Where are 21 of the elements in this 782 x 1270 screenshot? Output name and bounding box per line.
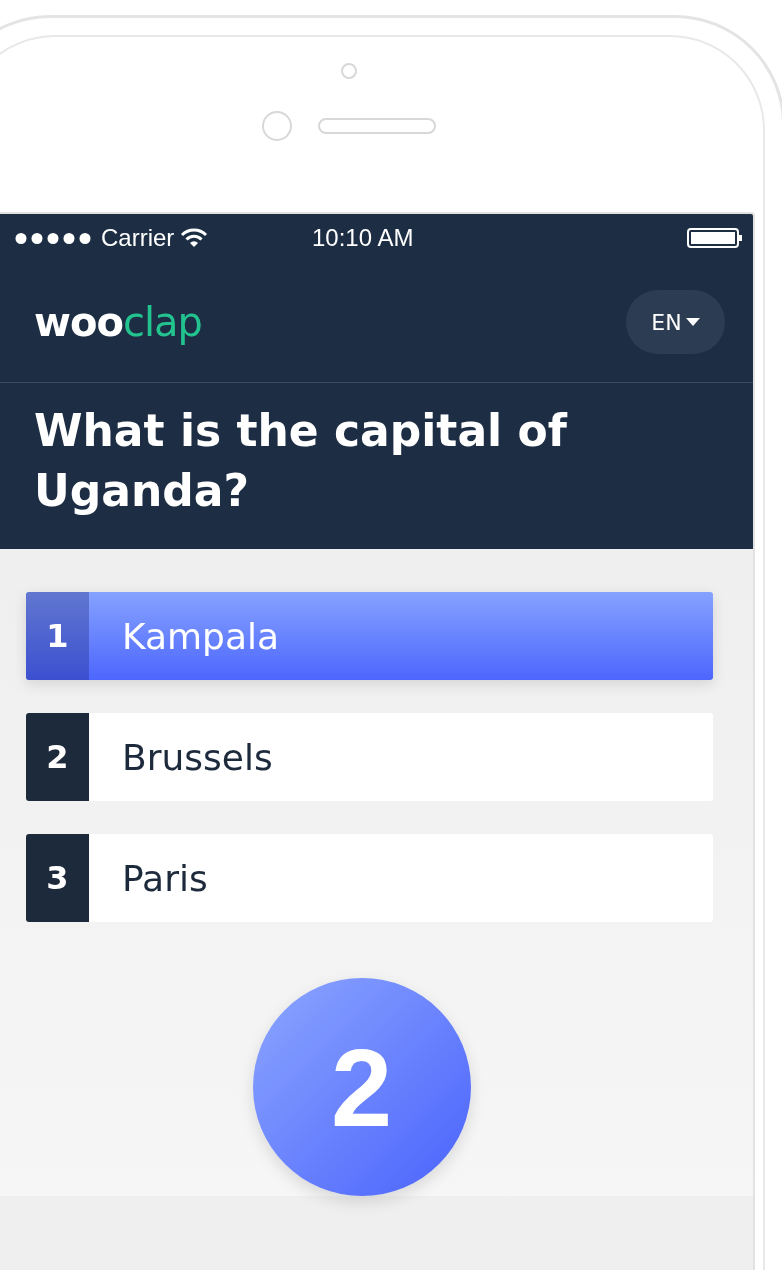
option-number: 2 (26, 713, 89, 801)
answer-option[interactable]: 2 Brussels (26, 713, 713, 801)
sensor-icon (261, 111, 292, 141)
language-selector[interactable]: EN (626, 290, 725, 354)
response-counter: 2 (252, 978, 471, 1196)
answer-option[interactable]: 1 Kampala (26, 592, 713, 680)
camera-icon (340, 63, 357, 79)
option-label: Kampala (121, 614, 280, 659)
app-logo: wooclap (34, 299, 202, 345)
option-number: 3 (26, 834, 89, 922)
battery-icon (687, 228, 743, 248)
option-label: Brussels (121, 735, 273, 780)
status-time: 10:10 AM (312, 224, 414, 252)
caret-icon (685, 318, 700, 326)
wifi-icon (180, 228, 209, 248)
option-label: Paris (121, 856, 208, 901)
carrier-name: Carrier (101, 224, 175, 252)
answer-option[interactable]: 3 Paris (26, 834, 713, 922)
option-number: 1 (26, 592, 89, 680)
question-title: What is the capital of Uganda? (33, 404, 569, 518)
speaker-icon (317, 118, 436, 134)
